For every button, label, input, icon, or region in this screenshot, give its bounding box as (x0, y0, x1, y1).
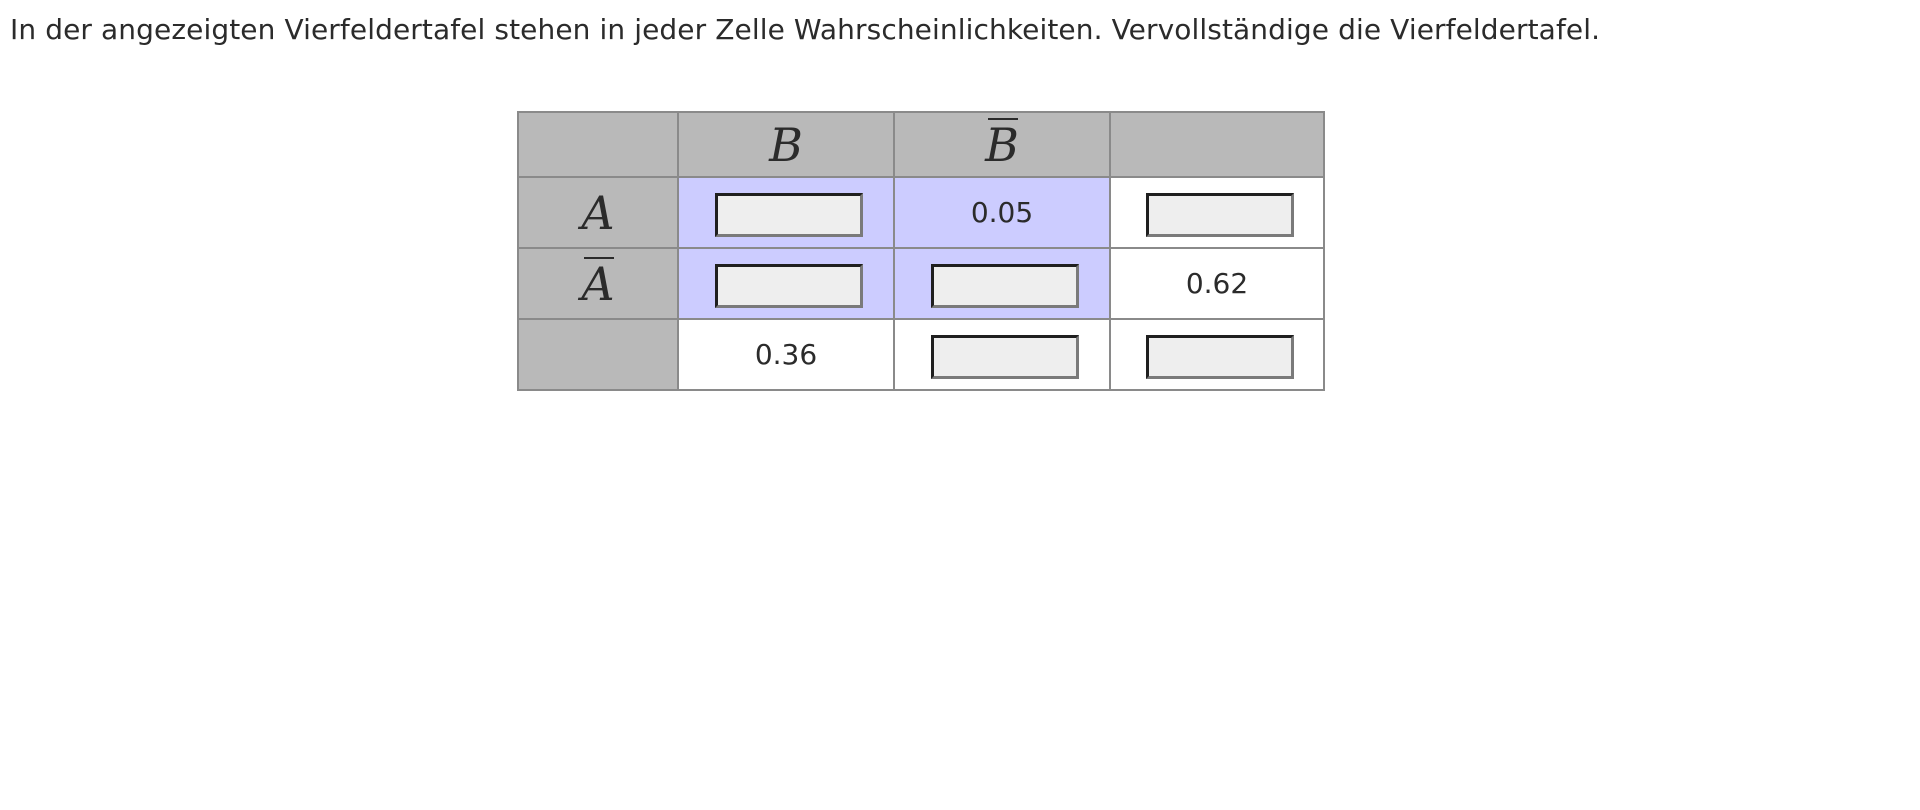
cell-abar-total: 0.62 (1109, 247, 1325, 320)
input-a-b[interactable] (715, 193, 863, 237)
row-a: A 0.05 (517, 176, 1325, 249)
task-instruction: In der angezeigten Vierfeldertafel stehe… (10, 13, 1601, 46)
cell-total-total (1109, 318, 1325, 391)
header-row: B B (517, 111, 1325, 178)
cell-total-b: 0.36 (677, 318, 895, 391)
event-b-complement-label: B (985, 117, 1019, 172)
event-a-label: A (581, 185, 615, 240)
cell-a-bbar: 0.05 (893, 176, 1111, 249)
cell-a-total (1109, 176, 1325, 249)
input-total-total[interactable] (1146, 335, 1294, 379)
event-b-label: B (769, 117, 803, 172)
col-header-b-bar: B (893, 111, 1111, 178)
cell-total-bbar (893, 318, 1111, 391)
row-header-a: A (517, 176, 679, 249)
row-a-bar: A 0.62 (517, 247, 1325, 320)
given-value-a-bbar: 0.05 (970, 195, 1034, 229)
input-abar-b[interactable] (715, 264, 863, 308)
col-header-total (1109, 111, 1325, 178)
event-a-complement-label: A (581, 256, 615, 311)
col-header-b: B (677, 111, 895, 178)
vierfeldertafel: B B A 0.05 A 0.62 0.36 (517, 111, 1325, 391)
cell-a-b (677, 176, 895, 249)
corner-cell (517, 111, 679, 178)
cell-abar-b (677, 247, 895, 320)
input-abar-bbar[interactable] (931, 264, 1079, 308)
cell-abar-bbar (893, 247, 1111, 320)
given-value-total-b: 0.36 (754, 337, 818, 371)
row-header-total (517, 318, 679, 391)
row-header-a-bar: A (517, 247, 679, 320)
input-total-bbar[interactable] (931, 335, 1079, 379)
input-a-total[interactable] (1146, 193, 1294, 237)
given-value-abar-total: 0.62 (1185, 266, 1249, 300)
total-row: 0.36 (517, 318, 1325, 391)
